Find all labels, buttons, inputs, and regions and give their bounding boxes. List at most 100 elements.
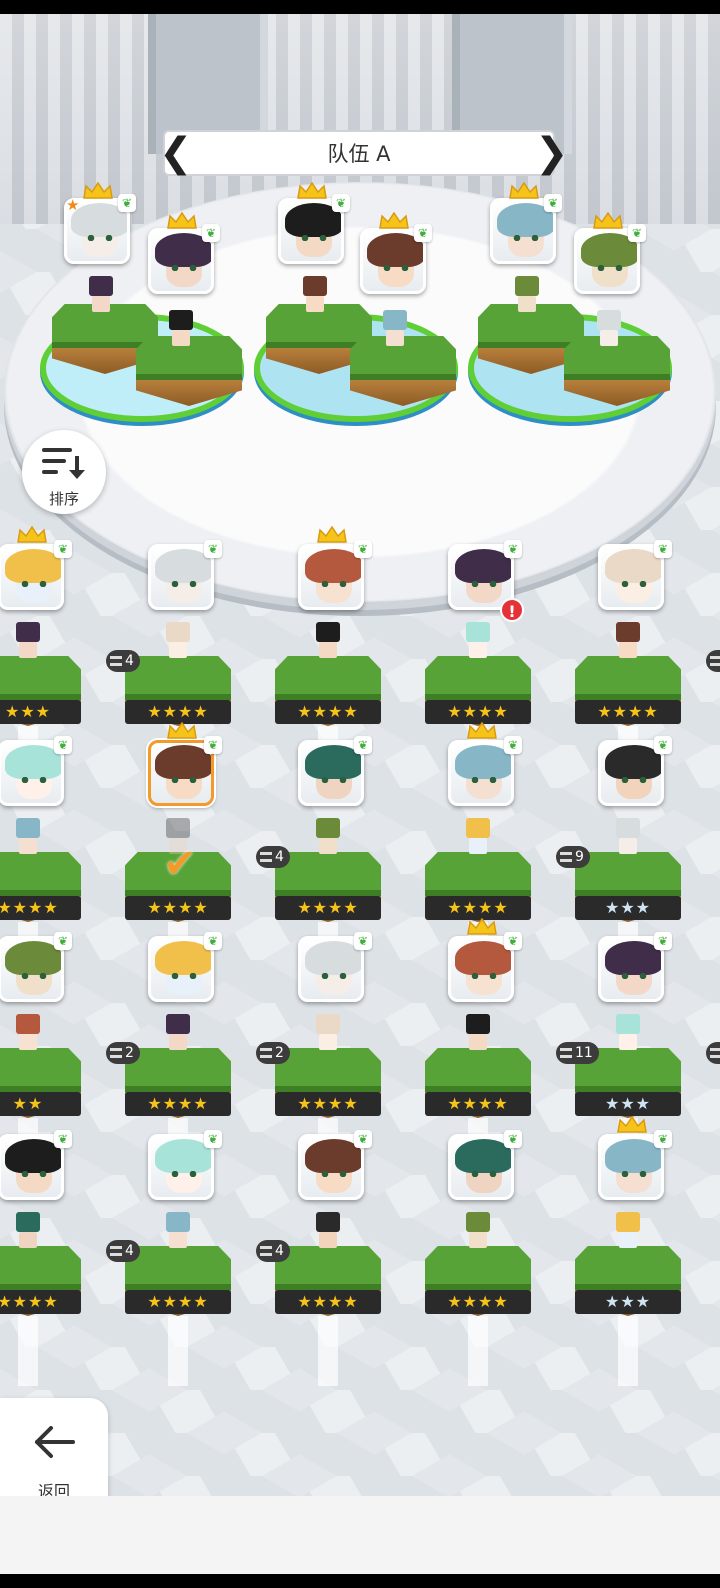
pedestal-grass: [425, 852, 531, 896]
pedestal-grass: [575, 656, 681, 700]
portrait-eyes: [621, 973, 647, 979]
pedestal-grass: [275, 656, 381, 700]
portrait-eyes: [321, 581, 347, 587]
duplicate-count-badge: 11: [556, 1042, 599, 1064]
sprite-head: [616, 1212, 640, 1232]
sprite-head: [16, 818, 40, 838]
portrait-eyes: [21, 581, 47, 587]
duplicate-count-badge: 4: [106, 650, 140, 672]
star-rating: ★★★★: [0, 896, 81, 920]
portrait-eyes: [621, 1171, 647, 1177]
leaf-icon: ❦: [204, 540, 222, 558]
prev-team-button[interactable]: ❮: [159, 132, 193, 178]
leaf-icon: ❦: [504, 1130, 522, 1148]
pedestal-grass: [275, 1246, 381, 1290]
sprite-body: [169, 642, 187, 658]
duplicate-count: 4: [125, 1243, 134, 1259]
leaf-icon: ❦: [354, 540, 372, 558]
sprite-head: [316, 1014, 340, 1034]
sprite-head: [616, 818, 640, 838]
next-team-button[interactable]: ❯: [535, 132, 569, 178]
leaf-icon: ❦: [504, 736, 522, 754]
duplicate-count-badge: 1: [706, 1042, 720, 1064]
star-rating: ★★★★: [0, 1290, 81, 1314]
roster-sprite: [461, 1014, 495, 1052]
stack-icon: [560, 1048, 572, 1058]
crown-icon: [167, 722, 197, 739]
team-sprite: [298, 276, 332, 314]
stack-icon: [260, 852, 272, 862]
leaf-icon: ❦: [354, 1130, 372, 1148]
sprite-head: [166, 622, 190, 642]
stack-icon: [110, 656, 122, 666]
pedestal-dirt: [136, 380, 242, 406]
leaf-icon: ❦: [504, 932, 522, 950]
sprite-head: [316, 1212, 340, 1232]
roster-sprite: [311, 1014, 345, 1052]
leaf-icon: ❦: [54, 1130, 72, 1148]
portrait-eyes: [621, 581, 647, 587]
leaf-icon: ❦: [332, 194, 350, 212]
sprite-body: [619, 1232, 637, 1248]
sort-label: 排序: [48, 490, 79, 508]
star-rating: ★★★: [575, 1290, 681, 1314]
pedestal-grass: [0, 852, 81, 896]
sprite-head: [597, 310, 621, 330]
sprite-head: [166, 1212, 190, 1232]
pedestal-grass: [425, 1048, 531, 1092]
portrait-eyes: [383, 265, 409, 271]
sprite-head: [16, 622, 40, 642]
crown-icon: [17, 526, 47, 543]
duplicate-count: 2: [125, 1045, 134, 1061]
leaf-icon: ❦: [504, 540, 522, 558]
star-rating: ★★★★: [425, 700, 531, 724]
star-rating: ★★★★: [275, 1092, 381, 1116]
crown-icon: [167, 212, 197, 229]
leaf-icon: ❦: [654, 932, 672, 950]
pedestal-grass: [0, 1048, 81, 1092]
sprite-head: [616, 1014, 640, 1034]
portrait-eyes: [471, 1171, 497, 1177]
roster-sprite: [161, 1014, 195, 1052]
roster-sprite: [311, 818, 345, 856]
pedestal-grass: [0, 1246, 81, 1290]
pedestal-grass: [425, 656, 531, 700]
team-title: 队伍 A: [327, 142, 391, 166]
star-rating: ★★★★: [125, 896, 231, 920]
duplicate-count: 4: [275, 1243, 284, 1259]
crown-icon: [317, 526, 347, 543]
leaf-icon: ❦: [54, 932, 72, 950]
team-selector: ❮ 队伍 A ❯: [159, 130, 569, 176]
leaf-icon: ❦: [354, 736, 372, 754]
sprite-body: [19, 642, 37, 658]
roster-sprite: [611, 1014, 645, 1052]
portrait-eyes: [171, 973, 197, 979]
sprite-body: [319, 1034, 337, 1050]
sort-button[interactable]: 排序: [22, 430, 106, 514]
star-rating: ★★★★: [125, 1290, 231, 1314]
sprite-head: [383, 310, 407, 330]
duplicate-count: 9: [575, 849, 584, 865]
pedestal-dirt: [350, 380, 456, 406]
star-rating: ★★★: [575, 896, 681, 920]
sprite-head: [466, 1014, 490, 1034]
team-sprite: [592, 310, 626, 348]
portrait-eyes: [621, 777, 647, 783]
star-rating: ★★★★: [275, 1290, 381, 1314]
sprite-body: [619, 642, 637, 658]
portrait-eyes: [87, 235, 113, 241]
crown-icon: [467, 918, 497, 935]
sprite-head: [166, 818, 190, 838]
pedestal-grass: [575, 852, 681, 896]
sprite-head: [16, 1212, 40, 1232]
team-sprite: [510, 276, 544, 314]
portrait-eyes: [471, 777, 497, 783]
portrait-eyes: [21, 1171, 47, 1177]
sprite-head: [89, 276, 113, 296]
sprite-body: [92, 296, 110, 312]
stack-icon: [110, 1048, 122, 1058]
star-rating: ★★★★: [425, 896, 531, 920]
sprite-head: [166, 1014, 190, 1034]
roster-sprite: [11, 1212, 45, 1250]
sprite-body: [306, 296, 324, 312]
